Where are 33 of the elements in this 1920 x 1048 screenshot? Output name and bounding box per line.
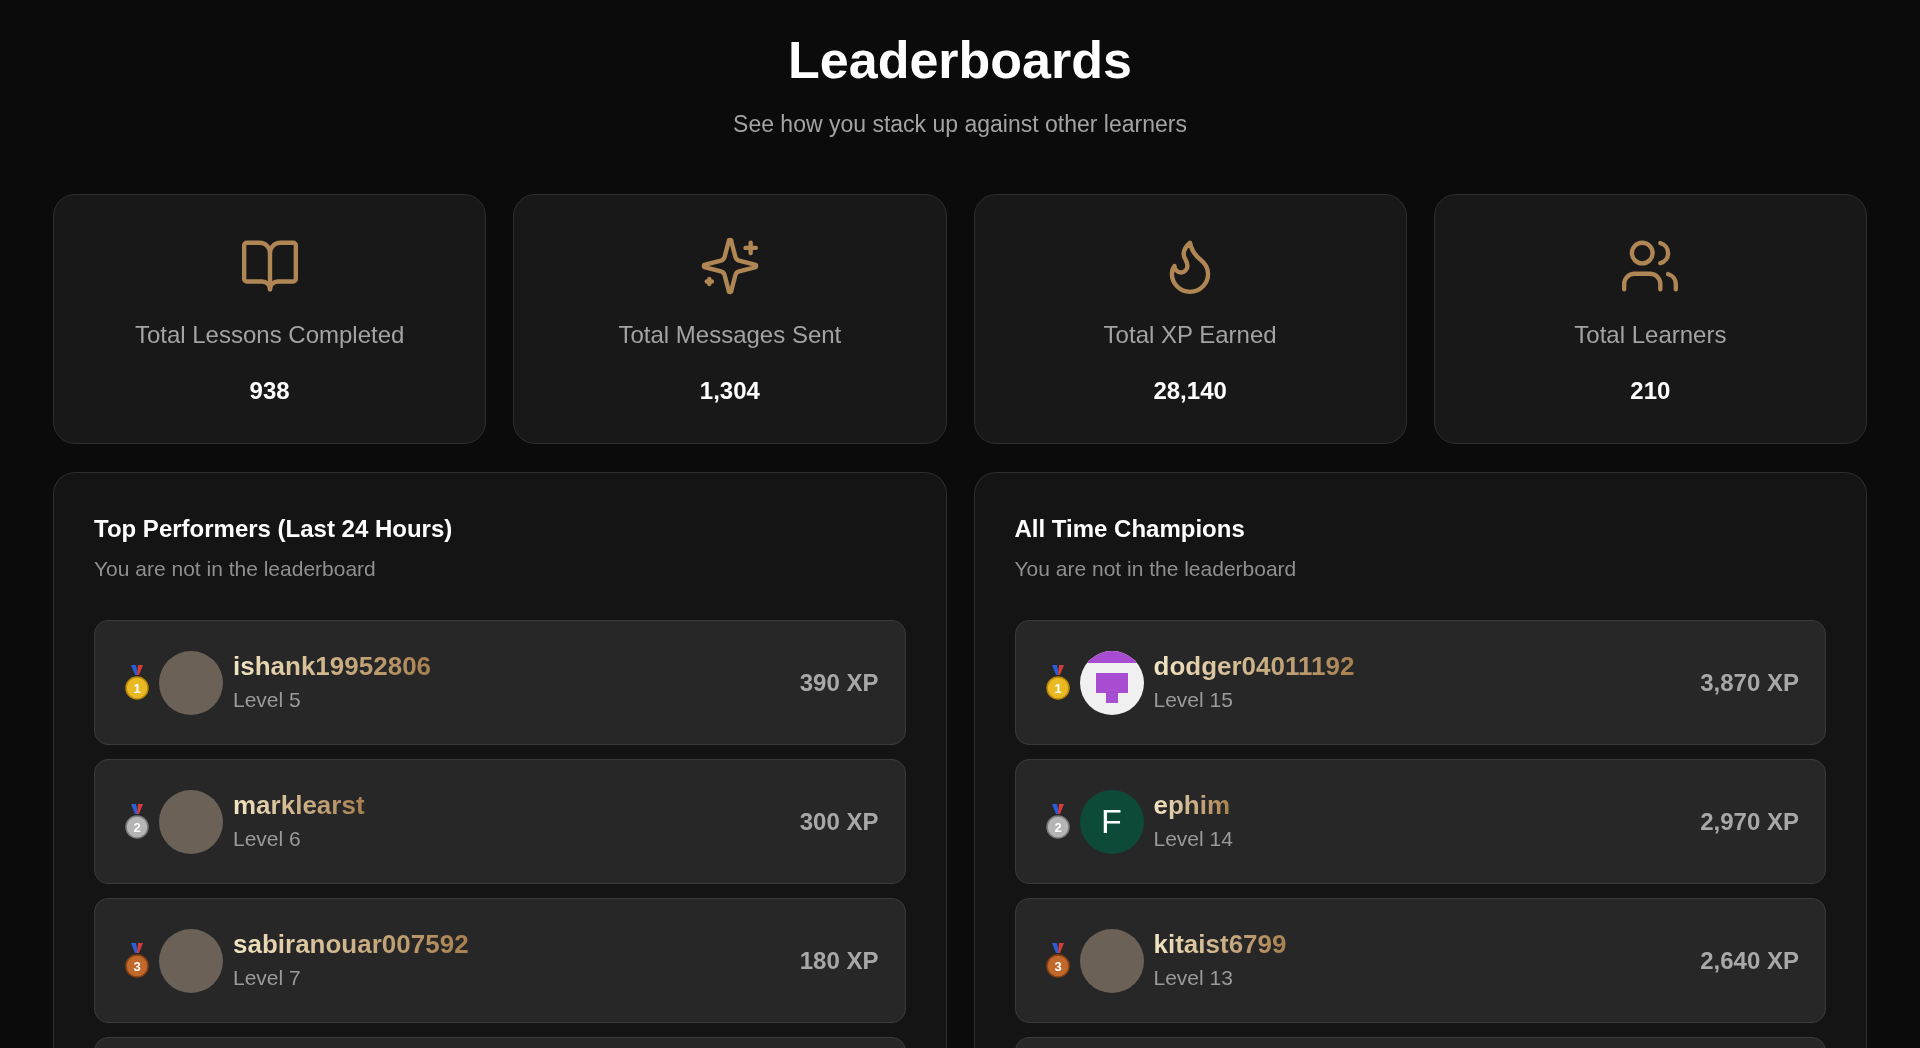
stat-label: Total Messages Sent: [618, 319, 842, 350]
xp-value: 2,970 XP: [1700, 806, 1799, 837]
leaderboard-row[interactable]: 3 sabiranouar007592 Level 7 180 XP: [94, 898, 906, 1023]
xp-value: 3,870 XP: [1700, 667, 1799, 698]
leaderboard-row[interactable]: 3 kitaist6799 Level 13 2,640 XP: [1014, 898, 1826, 1023]
stat-label: Total Lessons Completed: [134, 319, 405, 350]
page-title: Leaderboards: [788, 30, 1132, 91]
stat-value: 210: [1630, 375, 1671, 406]
panel-subtitle: You are not in the leaderboard: [1014, 555, 1298, 582]
leaderboard-row[interactable]: 1 dodger04011192 Level 15 3,870 XP: [1014, 620, 1826, 745]
panel-subtitle: You are not in the leaderboard: [94, 555, 377, 582]
letter-avatar: F: [1079, 789, 1144, 854]
xp-value: 390 XP: [799, 667, 879, 698]
stat-label: Total Learners: [1574, 319, 1727, 350]
page-subtitle: See how you stack up against other learners: [733, 110, 1187, 139]
level-text: Level 5: [233, 687, 302, 713]
panel-title: Top Performers (Last 24 Hours): [94, 513, 454, 544]
leaderboard-row[interactable]: 2 F ephim Level 14 2,970 XP: [1014, 759, 1826, 884]
xp-value: 2,640 XP: [1700, 945, 1799, 976]
leaderboard-row[interactable]: 1 ishank19952806 Level 5 390 XP: [94, 620, 906, 745]
level-text: Level 15: [1153, 687, 1234, 713]
panel-title: All Time Champions: [1014, 513, 1246, 544]
xp-value: 300 XP: [799, 806, 879, 837]
stat-label: Total XP Earned: [1103, 319, 1277, 350]
stat-value: 1,304: [699, 375, 760, 406]
leaderboard-row[interactable]: 2 marklearst Level 6 300 XP: [94, 759, 906, 884]
xp-value: 180 XP: [799, 945, 879, 976]
stat-value: 938: [249, 375, 290, 406]
level-text: Level 6: [233, 826, 302, 852]
stat-value: 28,140: [1153, 375, 1227, 406]
level-text: Level 14: [1153, 826, 1233, 852]
level-text: Level 7: [233, 965, 302, 991]
level-text: Level 13: [1153, 965, 1234, 991]
